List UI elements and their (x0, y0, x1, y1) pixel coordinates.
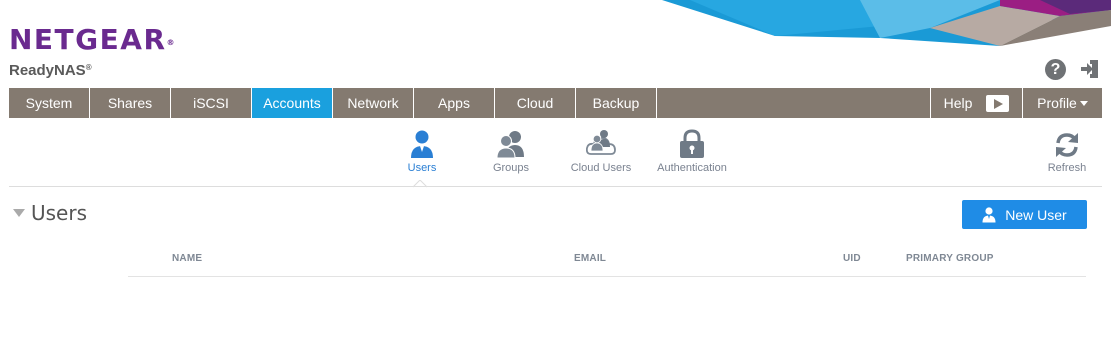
column-header-name[interactable]: NAME (172, 253, 202, 264)
group-icon (481, 127, 541, 159)
subnav-item-cloud-users[interactable]: Cloud Users (567, 127, 635, 174)
nav-item-iscsi[interactable]: iSCSI (171, 88, 252, 118)
subnav-label-users: Users (407, 162, 437, 174)
subnav-label-authentication: Authentication (657, 162, 727, 174)
refresh-icon (1044, 127, 1090, 159)
subnav-label-groups: Groups (492, 162, 530, 174)
collapse-triangle-icon (13, 209, 25, 217)
lock-icon (653, 127, 731, 159)
caret-down-icon (1079, 100, 1088, 106)
nav-item-cloud[interactable]: Cloud (495, 88, 576, 118)
nav-profile-label: Profile (1037, 95, 1077, 111)
netgear-brand: NETGEAR® ReadyNAS® (9, 23, 175, 80)
refresh-button[interactable]: Refresh (1044, 127, 1090, 174)
new-user-button[interactable]: New User (962, 200, 1087, 229)
logout-icon[interactable] (1079, 58, 1101, 80)
column-header-primary-group[interactable]: PRIMARY GROUP (906, 253, 994, 264)
column-header-email[interactable]: EMAIL (574, 253, 606, 264)
subnav-divider (9, 186, 1102, 187)
nav-item-apps[interactable]: Apps (414, 88, 495, 118)
subnav-item-groups[interactable]: Groups (481, 127, 541, 174)
user-icon (982, 206, 996, 222)
section-users-toggle[interactable]: Users (13, 201, 87, 225)
netgear-logo: NETGEAR® (9, 23, 175, 56)
nav-help-label: Help (943, 95, 973, 111)
subnav-label-cloud-users: Cloud Users (570, 162, 632, 174)
nav-item-accounts[interactable]: Accounts (252, 88, 333, 118)
nav-item-network[interactable]: Network (333, 88, 414, 118)
nav-help-button[interactable]: Help (931, 88, 1023, 118)
nav-spacer (657, 88, 931, 118)
play-icon (986, 94, 1010, 112)
table-header-divider (128, 276, 1086, 277)
nav-item-shares[interactable]: Shares (90, 88, 171, 118)
nav-profile-menu[interactable]: Profile (1023, 88, 1102, 118)
new-user-label: New User (1005, 206, 1067, 223)
user-icon (398, 127, 446, 159)
subnav-item-authentication[interactable]: Authentication (653, 127, 731, 174)
product-name: ReadyNAS® (9, 62, 92, 79)
question-circle-icon[interactable]: ? (1045, 59, 1066, 80)
subnav-item-users[interactable]: Users (398, 127, 446, 174)
main-nav: System Shares iSCSI Accounts Network App… (9, 88, 1102, 118)
header-banner-graphic (662, 0, 1111, 46)
nav-item-system[interactable]: System (9, 88, 90, 118)
refresh-label: Refresh (1047, 162, 1087, 174)
cloud-users-icon (567, 127, 635, 159)
nav-item-backup[interactable]: Backup (576, 88, 657, 118)
section-title: Users (31, 201, 88, 225)
column-header-uid[interactable]: UID (843, 253, 861, 264)
